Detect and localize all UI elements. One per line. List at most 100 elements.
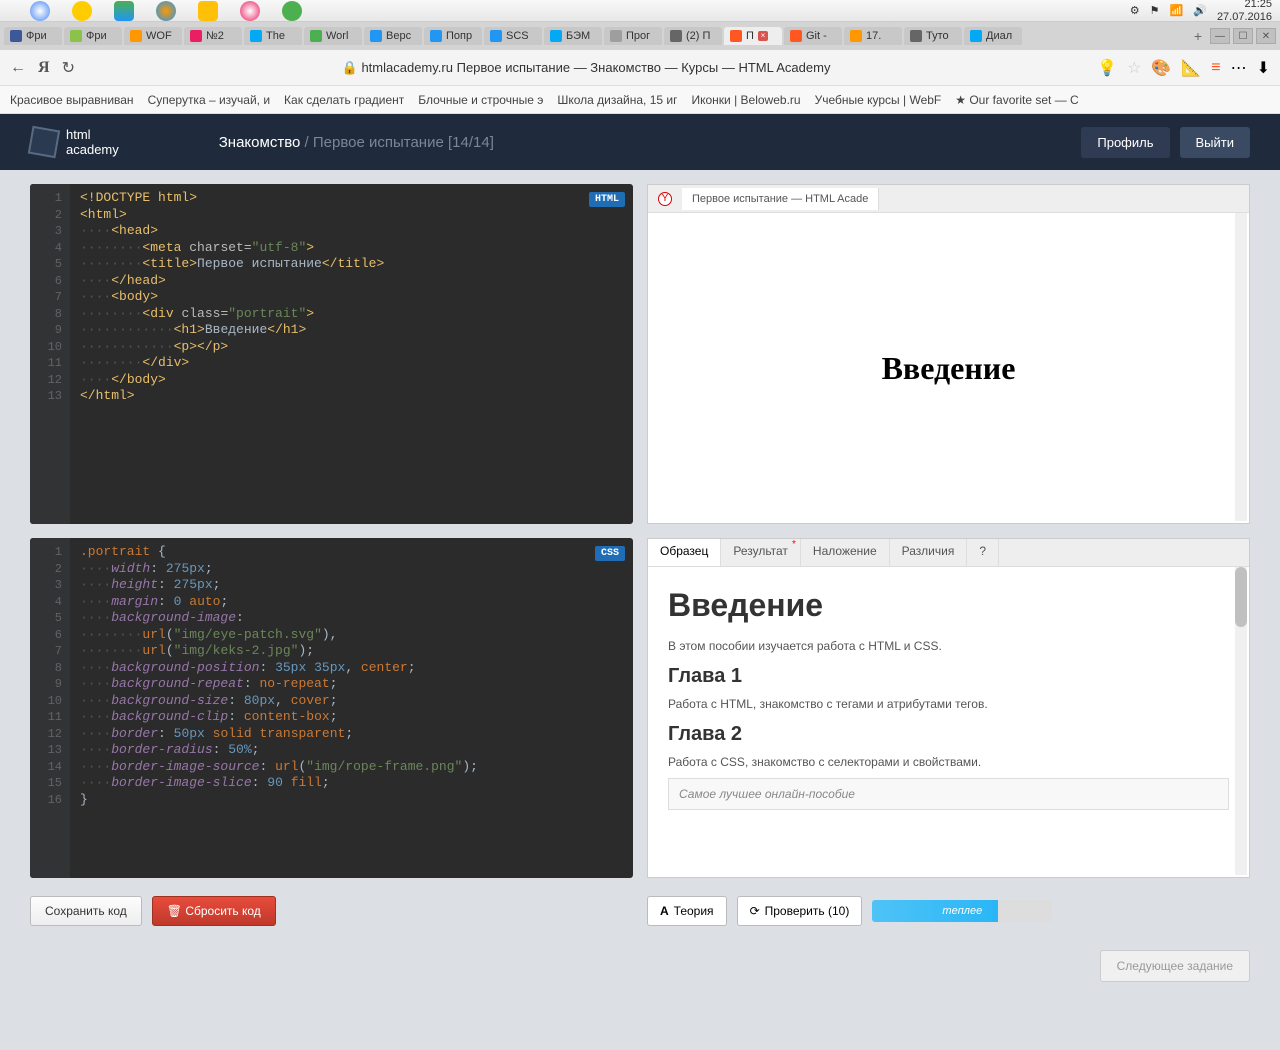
browser-tab[interactable]: (2) П <box>664 27 722 45</box>
tab-favicon <box>730 30 742 42</box>
result-tabs: Образец Результат* Наложение Различия ? <box>648 539 1249 567</box>
reload-button[interactable]: ↻ <box>62 58 75 78</box>
check-button[interactable]: ⟳ Проверить (10) <box>737 896 863 926</box>
browser-tab[interactable]: WOF <box>124 27 182 45</box>
tab-label: Фри <box>86 30 107 42</box>
css-gutter: 12345678910111213141516 <box>30 538 70 878</box>
tab-label: Верс <box>386 30 411 42</box>
main-area: HTML 12345678910111213 <!DOCTYPE html> <… <box>0 170 1280 1050</box>
app-icon-2[interactable] <box>198 1 218 21</box>
bookmark-item[interactable]: Блочные и строчные э <box>418 93 543 107</box>
browser-tab[interactable]: Фри <box>64 27 122 45</box>
bookmark-star-icon[interactable]: ☆ <box>1127 58 1141 78</box>
close-window-button[interactable]: ✕ <box>1256 28 1276 44</box>
browser-tab[interactable]: №2 <box>184 27 242 45</box>
volume-icon[interactable]: 🔊 <box>1193 4 1207 17</box>
firefox-icon[interactable] <box>156 1 176 21</box>
html-badge: HTML <box>589 192 625 207</box>
tab-sample[interactable]: Образец <box>648 539 721 566</box>
url-domain: htmlacademy.ru <box>361 60 453 75</box>
html-editor[interactable]: HTML 12345678910111213 <!DOCTYPE html> <… <box>30 184 633 524</box>
save-code-button[interactable]: Сохранить код <box>30 896 142 926</box>
browser-tab[interactable]: Верс <box>364 27 422 45</box>
tab-label: (2) П <box>686 30 710 42</box>
maximize-button[interactable]: ☐ <box>1233 28 1253 44</box>
tab-label: Фри <box>26 30 47 42</box>
flag-icon[interactable]: ⚑ <box>1150 4 1160 17</box>
tab-result[interactable]: Результат* <box>721 539 801 566</box>
clock-date: 27.07.2016 <box>1217 11 1272 23</box>
url-display[interactable]: 🔒 htmlacademy.ru Первое испытание — Знак… <box>87 60 1085 76</box>
tab-overlay[interactable]: Наложение <box>801 539 890 566</box>
preview-tab[interactable]: Первое испытание — HTML Acade <box>682 188 879 210</box>
browser-tab[interactable]: Git - <box>784 27 842 45</box>
minimize-button[interactable]: — <box>1210 28 1230 44</box>
bookmark-item[interactable]: Иконки | Beloweb.ru <box>691 93 800 107</box>
preview-body: Введение <box>648 213 1249 523</box>
css-editor[interactable]: CSS 12345678910111213141516 .portrait { … <box>30 538 633 878</box>
app-icon[interactable] <box>114 1 134 21</box>
utorrent-icon[interactable] <box>282 1 302 21</box>
browser-tab[interactable]: Прог <box>604 27 662 45</box>
bookmark-item[interactable]: Учебные курсы | WebF <box>815 93 942 107</box>
reset-code-button[interactable]: 🗑 Сбросить код <box>152 896 276 926</box>
browser-tab[interactable]: П× <box>724 27 782 45</box>
next-task-button[interactable]: Следующее задание <box>1100 950 1250 982</box>
itunes-icon[interactable] <box>240 1 260 21</box>
ruler-icon[interactable]: 📐 <box>1181 58 1201 78</box>
browser-tab[interactable]: Фри <box>4 27 62 45</box>
tab-diff[interactable]: Различия <box>890 539 968 566</box>
url-title: Первое испытание — Знакомство — Курсы — … <box>457 60 831 75</box>
menu-icon[interactable]: ⋯ <box>1231 58 1247 78</box>
browser-tab[interactable]: Worl <box>304 27 362 45</box>
html-code[interactable]: <!DOCTYPE html> <html> ····<head> ······… <box>30 184 633 411</box>
browser-tab[interactable]: БЭМ <box>544 27 602 45</box>
bookmark-item[interactable]: Суперутка – изучай, и <box>148 93 270 107</box>
browser-tab[interactable]: 17. <box>844 27 902 45</box>
preview-tabs: Y Первое испытание — HTML Acade <box>648 185 1249 213</box>
browser-tab[interactable]: The <box>244 27 302 45</box>
yandex-home-icon[interactable]: Я <box>38 59 50 77</box>
status-icon[interactable]: ⚙ <box>1130 4 1140 17</box>
tab-favicon <box>610 30 622 42</box>
profile-button[interactable]: Профиль <box>1081 127 1169 158</box>
breadcrumb: Знакомство / Первое испытание [14/14] <box>219 134 494 151</box>
browser-tab[interactable]: Туто <box>904 27 962 45</box>
bookmark-item[interactable]: ★ Our favorite set — C <box>955 93 1078 107</box>
browser-tab[interactable]: Попр <box>424 27 482 45</box>
extension-icon[interactable]: 💡 <box>1097 58 1117 78</box>
result-intro: В этом пособии изучается работа с HTML и… <box>668 638 1229 655</box>
chrome-icon[interactable] <box>30 1 50 21</box>
download-icon[interactable]: ⬇ <box>1257 58 1270 78</box>
html-gutter: 12345678910111213 <box>30 184 70 524</box>
browser-tab[interactable]: SCS <box>484 27 542 45</box>
list-icon[interactable]: ≡ <box>1211 59 1220 77</box>
yandex-icon[interactable] <box>72 1 92 21</box>
address-bar: ← Я ↻ 🔒 htmlacademy.ru Первое испытание … <box>0 50 1280 86</box>
tab-close-icon[interactable]: × <box>758 31 768 41</box>
preview-scrollbar[interactable] <box>1235 213 1247 521</box>
wifi-icon[interactable]: 📶 <box>1170 4 1184 17</box>
color-picker-icon[interactable]: 🎨 <box>1151 58 1171 78</box>
browser-tab[interactable]: Диал <box>964 27 1022 45</box>
back-button[interactable]: ← <box>10 59 26 77</box>
tab-favicon <box>790 30 802 42</box>
bookmark-item[interactable]: Красивое выравниван <box>10 93 134 107</box>
theory-button[interactable]: A Теория <box>647 896 727 926</box>
tab-label: Worl <box>326 30 348 42</box>
result-scroll-thumb[interactable] <box>1235 567 1247 627</box>
tab-help[interactable]: ? <box>967 539 999 566</box>
clock: 21:25 27.07.2016 <box>1217 0 1272 23</box>
bookmark-item[interactable]: Как сделать градиент <box>284 93 404 107</box>
preview-yandex-icon[interactable]: Y <box>648 187 682 211</box>
breadcrumb-course[interactable]: Знакомство <box>219 134 301 151</box>
logout-button[interactable]: Выйти <box>1180 127 1251 158</box>
tab-label: БЭМ <box>566 30 590 42</box>
logo-text-bottom: academy <box>66 142 119 157</box>
bookmark-item[interactable]: Школа дизайна, 15 иг <box>557 93 677 107</box>
tab-favicon <box>550 30 562 42</box>
new-tab-button[interactable]: + <box>1188 28 1208 44</box>
css-code[interactable]: .portrait { ····width: 275px; ····height… <box>30 538 633 814</box>
tab-label: 17. <box>866 30 881 42</box>
logo[interactable]: html academy <box>30 127 119 157</box>
